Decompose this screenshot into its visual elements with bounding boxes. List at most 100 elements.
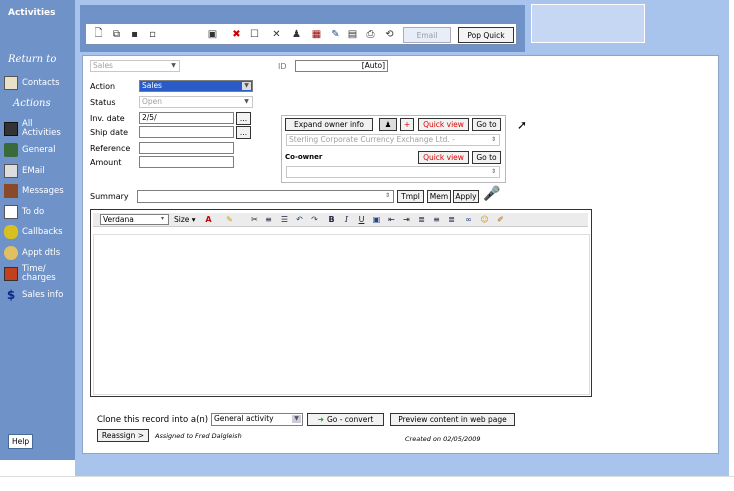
email-button[interactable]: Email: [403, 27, 451, 43]
calendar-icon[interactable]: ▦: [310, 28, 323, 41]
mem-label: Mem: [429, 192, 449, 201]
italic-icon[interactable]: I: [341, 214, 352, 225]
sidebar-item-messages[interactable]: Messages: [4, 184, 74, 198]
size-select[interactable]: Size ▾: [174, 215, 196, 224]
editor-toolbar: Verdana ▾ Size ▾ A ✎ ✂ ≡ ☰ ↶ ↷ B I U ▣ ⇤…: [93, 213, 588, 227]
amount-field[interactable]: [139, 156, 234, 168]
editor-content-area[interactable]: [93, 234, 590, 395]
summary-field[interactable]: ⇕: [137, 190, 394, 203]
type-select[interactable]: Sales ▼: [90, 60, 180, 72]
owner-lookup-button[interactable]: ♟: [379, 118, 397, 131]
coowner-field[interactable]: ⇕: [286, 166, 500, 178]
cancel-icon[interactable]: ✕: [270, 28, 283, 41]
arrow-right-icon: ➜: [317, 415, 324, 424]
assigned-to-text: Assigned to Fred Dalgleish: [155, 432, 242, 440]
clone-label: Clone this record into a(n): [97, 415, 209, 425]
user-icon[interactable]: ♟: [290, 28, 303, 41]
underline-icon[interactable]: U: [356, 214, 367, 225]
bold-icon[interactable]: B: [326, 214, 337, 225]
sidebar-item-label: Time/ charges: [22, 264, 56, 283]
coowner-go-to-button[interactable]: Go to: [472, 151, 501, 164]
sales-info-icon: $: [6, 288, 16, 302]
bullet-list-icon[interactable]: ☰: [279, 214, 290, 225]
new-document-icon[interactable]: 🗋: [92, 28, 105, 41]
sidebar-item-label: EMail: [22, 165, 45, 176]
toolbar: 🗋 ⧉ ▪ ▫ ▣ ✖ ☐ ✕ ♟ ▦ ✎ ▤ ⎙ ⟲: [85, 23, 517, 45]
owner-go-to-button[interactable]: Go to: [472, 118, 501, 131]
sidebar-item-sales-info[interactable]: $ Sales info: [4, 288, 74, 302]
align-center-icon[interactable]: ≡: [431, 214, 442, 225]
go-convert-button[interactable]: ➜ Go - convert: [307, 413, 384, 426]
memo-button[interactable]: Mem: [427, 190, 451, 203]
delete-icon[interactable]: ✖: [230, 28, 243, 41]
ship-date-picker-button[interactable]: ...: [236, 126, 251, 139]
inv-date-field[interactable]: 2/5/: [139, 112, 234, 124]
sidebar-item-time-charges[interactable]: Time/ charges: [4, 265, 74, 283]
owner-name-field[interactable]: Sterling Corporate Currency Exchange Ltd…: [286, 134, 500, 146]
checkbox-icon[interactable]: ☐: [248, 28, 261, 41]
cut-icon[interactable]: ✂: [249, 214, 260, 225]
clone-type-select[interactable]: General activity ▼: [211, 413, 303, 426]
refresh-icon[interactable]: ⟲: [383, 28, 396, 41]
numbered-list-icon[interactable]: ≡: [263, 214, 274, 225]
save-close-icon[interactable]: ▣: [206, 28, 219, 41]
person-icon: ♟: [384, 120, 392, 129]
insert-image-icon[interactable]: ▣: [371, 214, 382, 225]
undo-icon[interactable]: ↶: [294, 214, 305, 225]
smiley-icon[interactable]: ☺: [479, 214, 490, 225]
clean-format-icon[interactable]: ✐: [495, 214, 506, 225]
window-icon[interactable]: ▤: [346, 28, 359, 41]
copy-icon[interactable]: ⧉: [110, 28, 123, 41]
owner-quick-view-button[interactable]: Quick view: [418, 118, 469, 131]
sidebar-item-todo[interactable]: To do: [4, 205, 74, 219]
help-button[interactable]: Help: [8, 434, 34, 449]
microphone-icon[interactable]: 🎤: [483, 186, 500, 202]
sidebar-item-appt-dtls[interactable]: Appt dtls: [4, 246, 74, 260]
sidebar-item-callbacks[interactable]: Callbacks: [4, 225, 74, 239]
sidebar-item-label: General: [22, 144, 56, 155]
reassign-button[interactable]: Reassign >: [97, 429, 149, 442]
general-icon: [4, 143, 18, 157]
redo-icon[interactable]: ↷: [309, 214, 320, 225]
coowner-label: Co-owner: [285, 153, 323, 161]
outdent-icon[interactable]: ⇤: [386, 214, 397, 225]
id-field[interactable]: [Auto]: [295, 60, 388, 72]
template-button[interactable]: Tmpl: [397, 190, 424, 203]
appointment-icon: [4, 246, 18, 260]
blank-icon[interactable]: ▫: [146, 28, 159, 41]
sidebar-item-email[interactable]: EMail: [4, 164, 74, 178]
inv-date-picker-button[interactable]: ...: [236, 112, 251, 125]
preview-web-page-button[interactable]: Preview content in web page: [390, 413, 515, 426]
scroll-arrows-icon: ⇕: [384, 192, 391, 199]
font-select[interactable]: Verdana ▾: [100, 214, 169, 225]
indent-icon[interactable]: ⇥: [401, 214, 412, 225]
align-right-icon[interactable]: ≣: [446, 214, 457, 225]
preview-label: Preview content in web page: [398, 415, 507, 424]
sidebar-item-contacts[interactable]: Contacts: [4, 76, 74, 90]
align-left-icon[interactable]: ≣: [416, 214, 427, 225]
pop-quick-button[interactable]: Pop Quick: [458, 27, 514, 43]
go-convert-label: Go - convert: [326, 415, 374, 424]
print-icon[interactable]: ⎙: [364, 28, 377, 41]
highlight-icon[interactable]: ✎: [224, 214, 235, 225]
reference-field[interactable]: [139, 142, 234, 154]
save-icon[interactable]: ▪: [128, 28, 141, 41]
status-select[interactable]: Open ▼: [139, 96, 253, 108]
add-owner-button[interactable]: +: [400, 118, 414, 131]
font-color-icon[interactable]: A: [203, 214, 214, 225]
action-select[interactable]: Sales ▼: [139, 80, 253, 92]
link-icon[interactable]: ∞: [463, 214, 474, 225]
sidebar-item-general[interactable]: General: [4, 143, 74, 157]
coowner-quick-view-button[interactable]: Quick view: [418, 151, 469, 164]
expand-owner-info-button[interactable]: Expand owner info: [285, 118, 373, 131]
apply-button[interactable]: Apply: [453, 190, 479, 203]
type-select-value: Sales: [93, 61, 113, 70]
reference-label: Reference: [90, 144, 131, 153]
chevron-down-icon: ▼: [244, 98, 249, 105]
attach-icon[interactable]: ✎: [329, 28, 342, 41]
sidebar-item-label: Contacts: [22, 77, 60, 88]
sidebar-item-all-activities[interactable]: All Activities: [4, 120, 74, 138]
ship-date-field[interactable]: [139, 126, 234, 138]
clone-type-value: General activity: [214, 414, 274, 423]
status-strip: [0, 476, 734, 491]
